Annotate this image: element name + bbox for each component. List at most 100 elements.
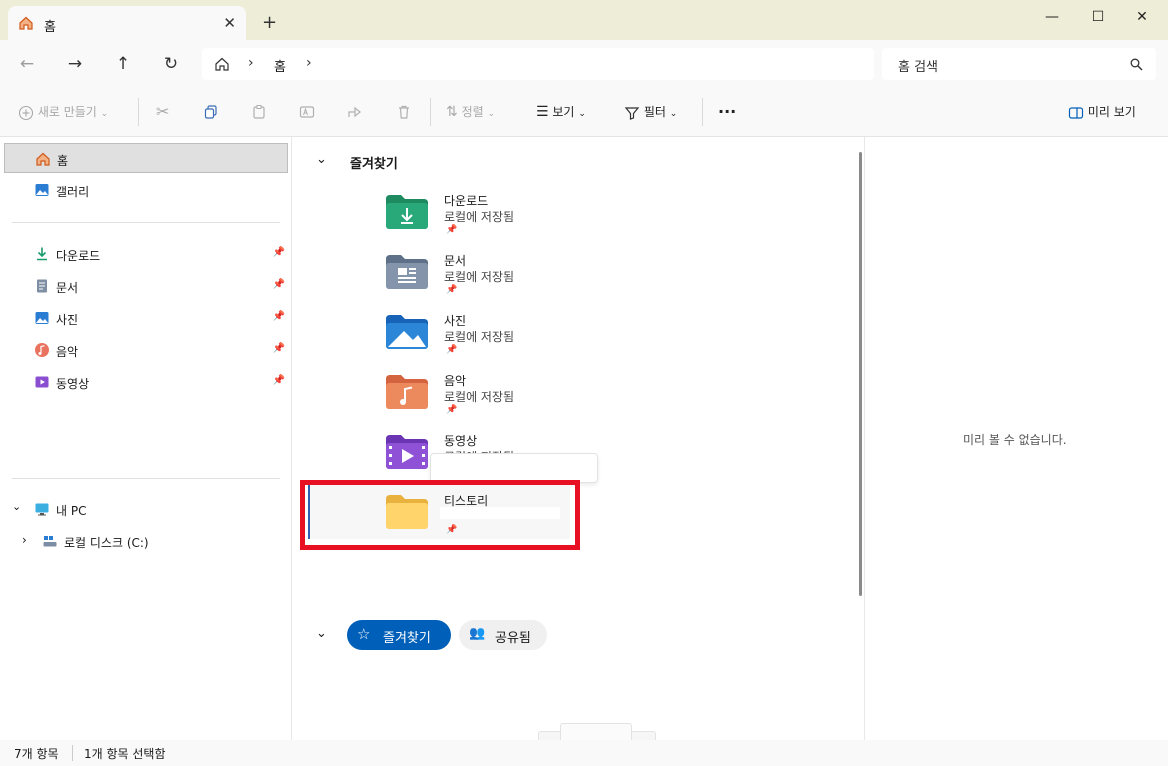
item-count: 7개 항목	[14, 747, 59, 761]
breadcrumb-chevron[interactable]: ›	[306, 55, 312, 71]
address-bar[interactable]: › 홈 ›	[202, 48, 874, 80]
pin-icon: 📌	[446, 405, 458, 415]
pin-icon[interactable]: 📌	[273, 375, 285, 386]
expand-chevron-icon[interactable]: ›	[22, 533, 27, 547]
separator	[72, 745, 73, 761]
downloads-folder-icon	[386, 195, 428, 229]
back-button[interactable]: ←	[14, 52, 40, 76]
item-name: 동영상	[444, 434, 478, 448]
home-outline-icon	[215, 57, 229, 71]
empty-state-graphic-top	[560, 723, 632, 741]
share-icon[interactable]	[347, 104, 363, 120]
cut-icon[interactable]: ✂	[156, 88, 169, 136]
rename-icon[interactable]	[299, 104, 315, 120]
sidebar-item-downloads[interactable]: 다운로드 📌	[0, 239, 291, 269]
shared-filter-tab[interactable]: 👥 공유됨	[459, 620, 547, 650]
preview-pane-button[interactable]: 미리 보기	[1068, 88, 1136, 136]
pin-icon: 📌	[446, 285, 458, 295]
music-icon	[35, 343, 49, 357]
people-icon: 👥	[469, 626, 486, 641]
filter-icon	[624, 106, 640, 120]
chevron-down-icon: ⌄	[100, 109, 109, 119]
expand-chevron-icon[interactable]: ⌄	[12, 500, 21, 513]
sidebar-item-documents[interactable]: 문서 📌	[0, 271, 291, 301]
forward-button[interactable]: →	[62, 52, 88, 76]
tab-close-button[interactable]: ✕	[223, 14, 236, 32]
sidebar-item-gallery[interactable]: 갤러리	[0, 175, 291, 205]
title-bar: 홈 ✕ + — ☐ ✕	[0, 0, 1168, 40]
item-name: 음악	[444, 374, 467, 388]
view-icon: ☰	[536, 104, 549, 120]
filter-button[interactable]: 필터 ⌄	[624, 88, 677, 136]
sidebar-item-this-pc[interactable]: ⌄ 내 PC	[0, 494, 291, 524]
more-options-button[interactable]: ···	[718, 88, 736, 136]
view-button-label: 보기	[552, 105, 575, 119]
close-window-button[interactable]: ✕	[1122, 4, 1162, 30]
divider	[12, 222, 280, 223]
navigation-pane: 홈 갤러리 다운로드 📌 문서 📌 사진 📌 음악 📌 동영상 📌 ⌄ 내 PC…	[0, 137, 292, 740]
vertical-scrollbar[interactable]	[859, 152, 862, 596]
maximize-button[interactable]: ☐	[1078, 4, 1118, 30]
pictures-folder-icon	[386, 315, 428, 349]
sidebar-item-label: 로컬 디스크 (C:)	[64, 536, 149, 550]
quick-access-documents[interactable]: 문서 로컬에 저장됨 📌	[372, 249, 572, 307]
search-box[interactable]: 홈 검색	[882, 48, 1156, 80]
breadcrumb-home[interactable]: 홈	[274, 56, 286, 75]
computer-icon	[35, 503, 49, 516]
up-button[interactable]: ↑	[110, 52, 136, 76]
sidebar-item-label: 음악	[56, 345, 79, 359]
sidebar-item-pictures[interactable]: 사진 📌	[0, 303, 291, 333]
delete-icon[interactable]	[396, 104, 412, 120]
video-icon	[35, 376, 49, 388]
sidebar-item-label: 내 PC	[56, 504, 87, 518]
preview-pane-label: 미리 보기	[1087, 105, 1136, 119]
breadcrumb-separator[interactable]: ›	[248, 55, 254, 71]
pin-icon[interactable]: 📌	[273, 311, 285, 322]
tab-home[interactable]: 홈 ✕	[8, 6, 246, 40]
pin-icon[interactable]: 📌	[273, 279, 285, 290]
content-area: ⌄ 즐겨찾기 다운로드 로컬에 저장됨 📌 문서 로컬에 저장됨 📌 사진 로컬…	[292, 137, 863, 741]
sidebar-item-label: 갤러리	[56, 185, 90, 199]
pin-icon[interactable]: 📌	[273, 343, 285, 354]
sidebar-item-label: 동영상	[56, 377, 90, 391]
pin-icon: 📌	[446, 345, 458, 355]
search-placeholder: 홈 검색	[898, 60, 939, 75]
documents-folder-icon	[386, 255, 428, 289]
sort-button[interactable]: ⇅ 정렬 ⌄	[446, 88, 495, 136]
shared-tab-label: 공유됨	[495, 631, 531, 646]
quick-access-downloads[interactable]: 다운로드 로컬에 저장됨 📌	[372, 189, 572, 247]
document-icon	[37, 279, 47, 293]
collapse-chevron-icon[interactable]: ⌄	[316, 152, 327, 167]
copy-icon[interactable]	[203, 104, 219, 120]
sidebar-item-local-disk[interactable]: › 로컬 디스크 (C:)	[0, 526, 291, 556]
pin-icon: 📌	[446, 225, 458, 235]
chevron-down-icon: ⌄	[669, 109, 678, 119]
sidebar-item-videos[interactable]: 동영상 📌	[0, 367, 291, 397]
item-name: 문서	[444, 254, 467, 268]
new-tab-button[interactable]: +	[262, 12, 277, 33]
quick-access-music[interactable]: 음악 로컬에 저장됨 📌	[372, 369, 572, 427]
preview-pane-icon	[1068, 106, 1084, 119]
divider	[12, 478, 280, 479]
refresh-button[interactable]: ↻	[158, 52, 184, 76]
sidebar-item-label: 문서	[56, 281, 79, 295]
command-bar: 새로 만들기 ⌄ ✂ ⇅ 정렬 ⌄ ☰ 보기 ⌄ 필터 ⌄ ··· 미리 보기	[0, 88, 1168, 137]
sidebar-item-home[interactable]: 홈	[4, 143, 288, 173]
collapse-chevron-icon[interactable]: ⌄	[316, 626, 327, 641]
sidebar-item-music[interactable]: 음악 📌	[0, 335, 291, 365]
home-icon	[19, 16, 33, 30]
favorites-filter-tab[interactable]: ☆ 즐겨찾기	[347, 620, 451, 650]
selection-count: 1개 항목 선택함	[84, 747, 166, 761]
view-button[interactable]: ☰ 보기 ⌄	[536, 88, 586, 136]
plus-circle-icon	[18, 105, 34, 120]
home-icon	[36, 152, 50, 166]
new-button[interactable]: 새로 만들기 ⌄	[18, 88, 108, 136]
separator	[702, 98, 703, 126]
highlight-box	[300, 480, 580, 550]
favorites-tab-label: 즐겨찾기	[383, 631, 431, 646]
tooltip	[430, 453, 598, 483]
minimize-button[interactable]: —	[1032, 4, 1072, 30]
quick-access-pictures[interactable]: 사진 로컬에 저장됨 📌	[372, 309, 572, 367]
pin-icon[interactable]: 📌	[273, 247, 285, 258]
paste-icon[interactable]	[251, 104, 267, 120]
